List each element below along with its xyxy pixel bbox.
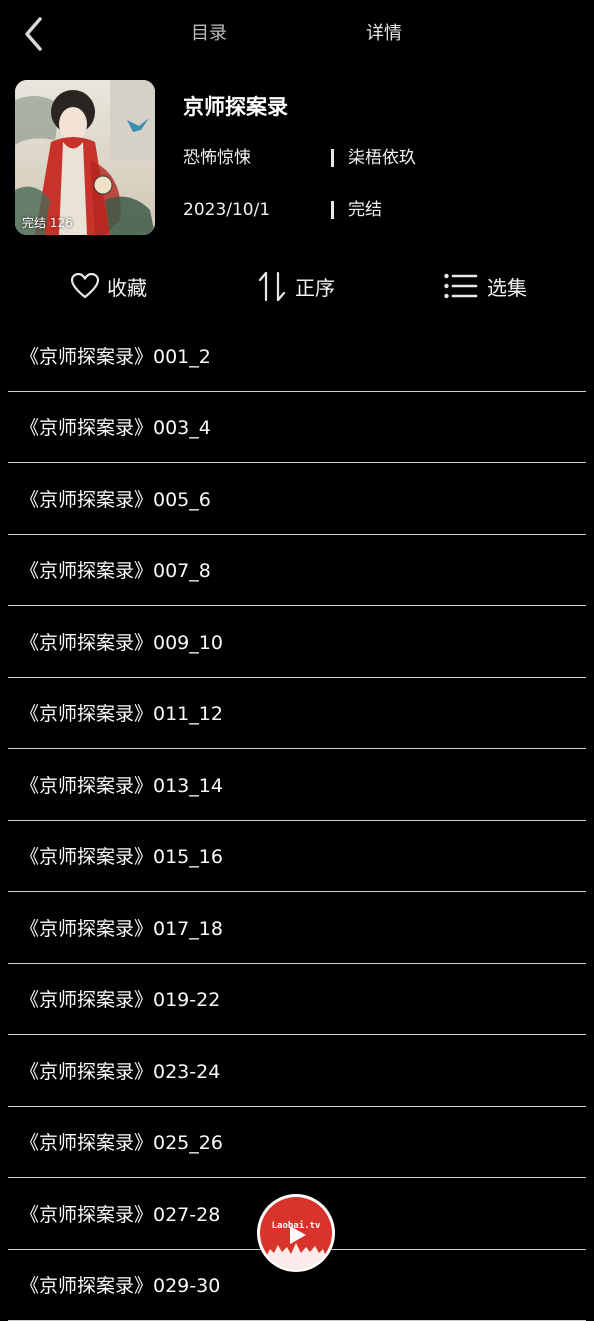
tab-detail[interactable]: 详情 [366,22,402,46]
episode-title: 《京师探案录》011_12 [20,699,223,726]
cover-illustration [15,80,155,235]
episode-item[interactable]: 《京师探案录》009_10 [8,606,586,678]
episode-item[interactable]: 《京师探案录》017_18 [8,892,586,964]
episode-title: 《京师探案录》029-30 [20,1271,220,1298]
episode-item[interactable]: 《京师探案录》019-22 [8,964,586,1036]
episode-list: 《京师探案录》001_2 《京师探案录》003_4 《京师探案录》005_6 《京师探… [8,320,586,1321]
episode-title: 《京师探案录》025_26 [20,1128,223,1155]
episode-title: 《京师探案录》003_4 [20,413,211,440]
tab-catalog[interactable]: 目录 [191,22,227,46]
book-date: 2023/10/1 [183,199,270,221]
sort-button[interactable]: 正序 [257,268,335,304]
sort-icon [257,270,287,302]
episode-title: 《京师探案录》023-24 [20,1057,220,1084]
episode-title: 《京师探案录》005_6 [20,485,211,512]
select-label: 选集 [487,272,527,301]
book-title: 京师探案录 [183,94,288,120]
select-episodes-button[interactable]: 选集 [443,268,527,304]
episode-title: 《京师探案录》007_8 [20,556,211,583]
favorite-label: 收藏 [107,272,147,301]
heart-icon [71,273,99,299]
floating-play-button[interactable]: Laobai.tv [257,1194,335,1272]
list-icon [443,272,479,300]
top-bar: 目录 详情 [0,0,594,68]
play-icon [260,1197,332,1269]
episode-title: 《京师探案录》019-22 [20,985,220,1012]
book-author: 柒梧依玖 [348,147,416,169]
episode-title: 《京师探案录》001_2 [20,342,211,369]
meta-divider [331,201,334,219]
episode-item[interactable]: 《京师探案录》005_6 [8,463,586,535]
cover-badge: 完结 126 [22,214,73,231]
back-button[interactable] [14,14,54,54]
episode-title: 《京师探案录》015_16 [20,842,223,869]
episode-item[interactable]: 《京师探案录》011_12 [8,678,586,750]
episode-item[interactable]: 《京师探案录》003_4 [8,392,586,464]
episode-title: 《京师探案录》013_14 [20,771,223,798]
episode-item[interactable]: 《京师探案录》023-24 [8,1035,586,1107]
favorite-button[interactable]: 收藏 [71,268,147,304]
sort-label: 正序 [295,272,335,301]
book-genre: 恐怖惊悚 [183,147,251,169]
book-cover: 完结 126 [15,80,155,235]
episode-item[interactable]: 《京师探案录》015_16 [8,821,586,893]
episode-item[interactable]: 《京师探案录》025_26 [8,1107,586,1179]
floating-play-disc: Laobai.tv [260,1197,332,1269]
episode-title: 《京师探案录》009_10 [20,628,223,655]
episode-title: 《京师探案录》017_18 [20,914,223,941]
chevron-left-icon [22,16,46,52]
episode-item[interactable]: 《京师探案录》013_14 [8,749,586,821]
episode-title: 《京师探案录》027-28 [20,1200,220,1227]
episode-item[interactable]: 《京师探案录》001_2 [8,320,586,392]
episode-item[interactable]: 《京师探案录》007_8 [8,535,586,607]
meta-divider [331,149,334,167]
book-status: 完结 [348,199,382,221]
